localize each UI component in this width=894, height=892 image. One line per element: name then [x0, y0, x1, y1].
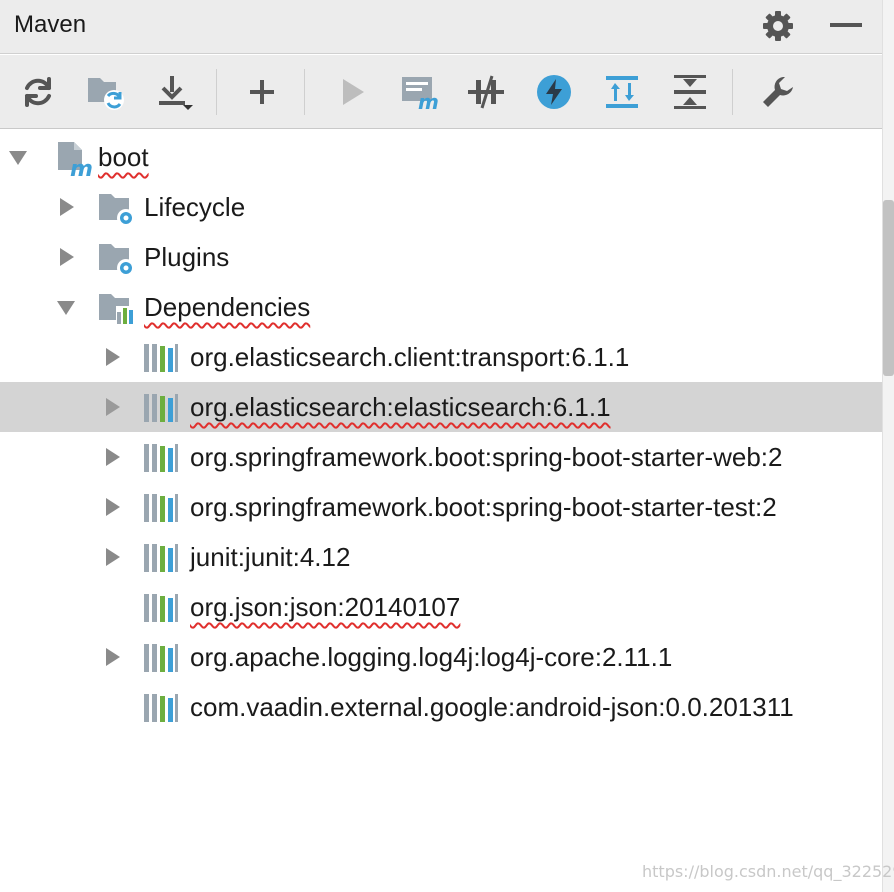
svg-text:m: m [418, 90, 439, 112]
expand-arrow-icon[interactable] [6, 132, 30, 182]
expand-arrow-icon[interactable] [54, 232, 78, 282]
dependency-label: com.vaadin.external.google:android-json:… [190, 692, 794, 722]
library-icon [142, 438, 182, 478]
tree-node-lifecycle[interactable]: Lifecycle [0, 182, 882, 232]
dependency-label: org.elasticsearch.client:transport:6.1.1 [190, 342, 630, 372]
library-icon [142, 338, 182, 378]
tree-node-label: Plugins [144, 242, 230, 272]
tree-node-dependencies[interactable]: Dependencies [0, 282, 882, 332]
library-icon [142, 638, 182, 678]
tree-node-label: Dependencies [144, 292, 311, 322]
maven-goal-icon[interactable]: m [398, 70, 442, 114]
dependency-item[interactable]: org.springframework.boot:spring-boot-sta… [0, 432, 882, 482]
dependency-label: org.apache.logging.log4j:log4j-core:2.11… [190, 642, 673, 672]
tree-node-plugins[interactable]: Plugins [0, 232, 882, 282]
library-icon [142, 488, 182, 528]
dependency-item[interactable]: org.apache.logging.log4j:log4j-core:2.11… [0, 632, 882, 682]
gear-icon[interactable] [760, 8, 796, 44]
title-bar: Maven [0, 0, 882, 54]
expand-arrow-icon[interactable] [100, 482, 124, 532]
folder-gear-icon [98, 238, 138, 278]
library-icon [142, 588, 182, 628]
toolbar-separator [304, 69, 305, 115]
scrollbar-thumb[interactable] [883, 200, 894, 376]
library-icon [142, 388, 182, 428]
library-icon [142, 688, 182, 728]
lightning-icon[interactable] [532, 70, 576, 114]
play-icon[interactable] [330, 70, 374, 114]
expand-arrow-icon[interactable] [100, 382, 124, 432]
folder-gear-icon [98, 188, 138, 228]
toolbar-separator [216, 69, 217, 115]
expand-arrow-icon[interactable] [54, 282, 78, 332]
maven-module-icon: m [54, 138, 94, 182]
toolbar-separator [732, 69, 733, 115]
maven-toolbar: m [0, 55, 882, 129]
tree-node-label: boot [98, 142, 149, 172]
expand-arrow-icon[interactable] [100, 432, 124, 482]
refresh-icon[interactable] [16, 70, 60, 114]
dependency-label: junit:junit:4.12 [190, 542, 351, 572]
library-icon [142, 538, 182, 578]
tree-node-label: Lifecycle [144, 192, 246, 222]
dependency-label: org.springframework.boot:spring-boot-sta… [190, 492, 777, 522]
dependency-item[interactable]: org.json:json:20140107 [0, 582, 882, 632]
expand-arrow-icon[interactable] [100, 532, 124, 582]
dependency-item[interactable]: junit:junit:4.12 [0, 532, 882, 582]
wrench-icon[interactable] [756, 70, 800, 114]
dependency-item[interactable]: org.springframework.boot:spring-boot-sta… [0, 482, 882, 532]
dependency-label: org.json:json:20140107 [190, 592, 461, 622]
expand-arrow-icon[interactable] [100, 332, 124, 382]
dependency-item[interactable]: org.elasticsearch.client:transport:6.1.1 [0, 332, 882, 382]
offline-icon[interactable] [464, 70, 508, 114]
expand-arrow-icon[interactable] [100, 632, 124, 682]
watermark: https://blog.csdn.net/qq_32252917 [642, 862, 894, 881]
expand-all-icon[interactable] [600, 70, 644, 114]
dependency-label: org.springframework.boot:spring-boot-sta… [190, 442, 783, 472]
collapse-all-icon[interactable] [668, 70, 712, 114]
folder-refresh-icon[interactable] [84, 70, 128, 114]
minimize-icon[interactable] [828, 8, 864, 44]
folder-library-icon [98, 288, 138, 328]
dependency-item[interactable]: com.vaadin.external.google:android-json:… [0, 682, 882, 732]
svg-text:m: m [70, 157, 93, 178]
vertical-scrollbar[interactable] [882, 0, 894, 892]
dependency-label: org.elasticsearch:elasticsearch:6.1.1 [190, 392, 611, 422]
download-icon[interactable] [152, 70, 196, 114]
maven-project-tree: m boot Lifecycle Plugins Dependencies or… [0, 130, 882, 892]
tree-node-boot[interactable]: m boot [0, 132, 882, 182]
dependency-item[interactable]: org.elasticsearch:elasticsearch:6.1.1 [0, 382, 882, 432]
plus-icon[interactable] [240, 70, 284, 114]
expand-arrow-icon[interactable] [54, 182, 78, 232]
window-title: Maven [14, 11, 87, 38]
